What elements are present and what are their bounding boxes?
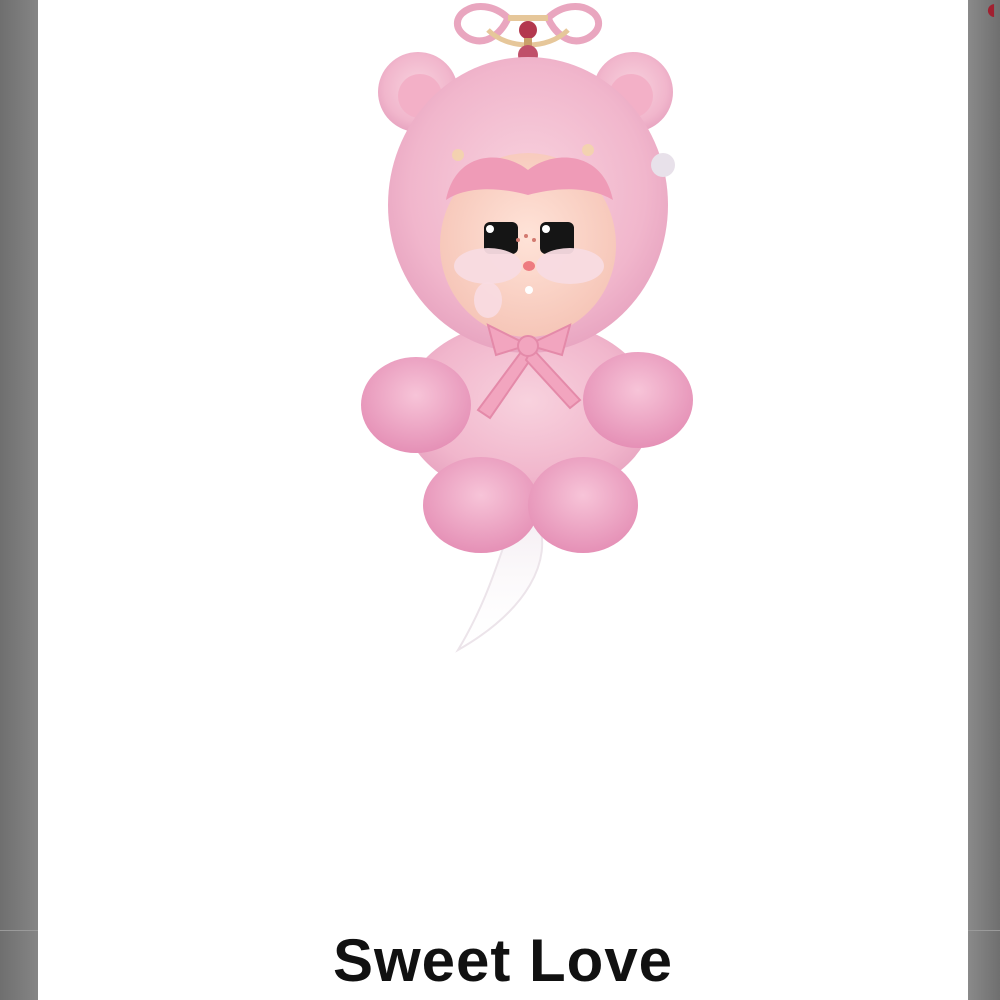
partial-logo-icon: ◖: [981, 0, 1000, 22]
background-divider-right: [968, 930, 1000, 931]
dimmed-background-left: [0, 0, 38, 1000]
pink-plush-doll-pendant-icon[interactable]: [338, 0, 718, 680]
product-title: Sweet Love: [332, 927, 674, 994]
product-modal-screen: ◖ Sweet Love: [0, 0, 1000, 1000]
background-divider-left: [0, 930, 38, 931]
dimmed-background-right: [968, 0, 1000, 1000]
product-card[interactable]: Sweet Love: [38, 0, 968, 1000]
